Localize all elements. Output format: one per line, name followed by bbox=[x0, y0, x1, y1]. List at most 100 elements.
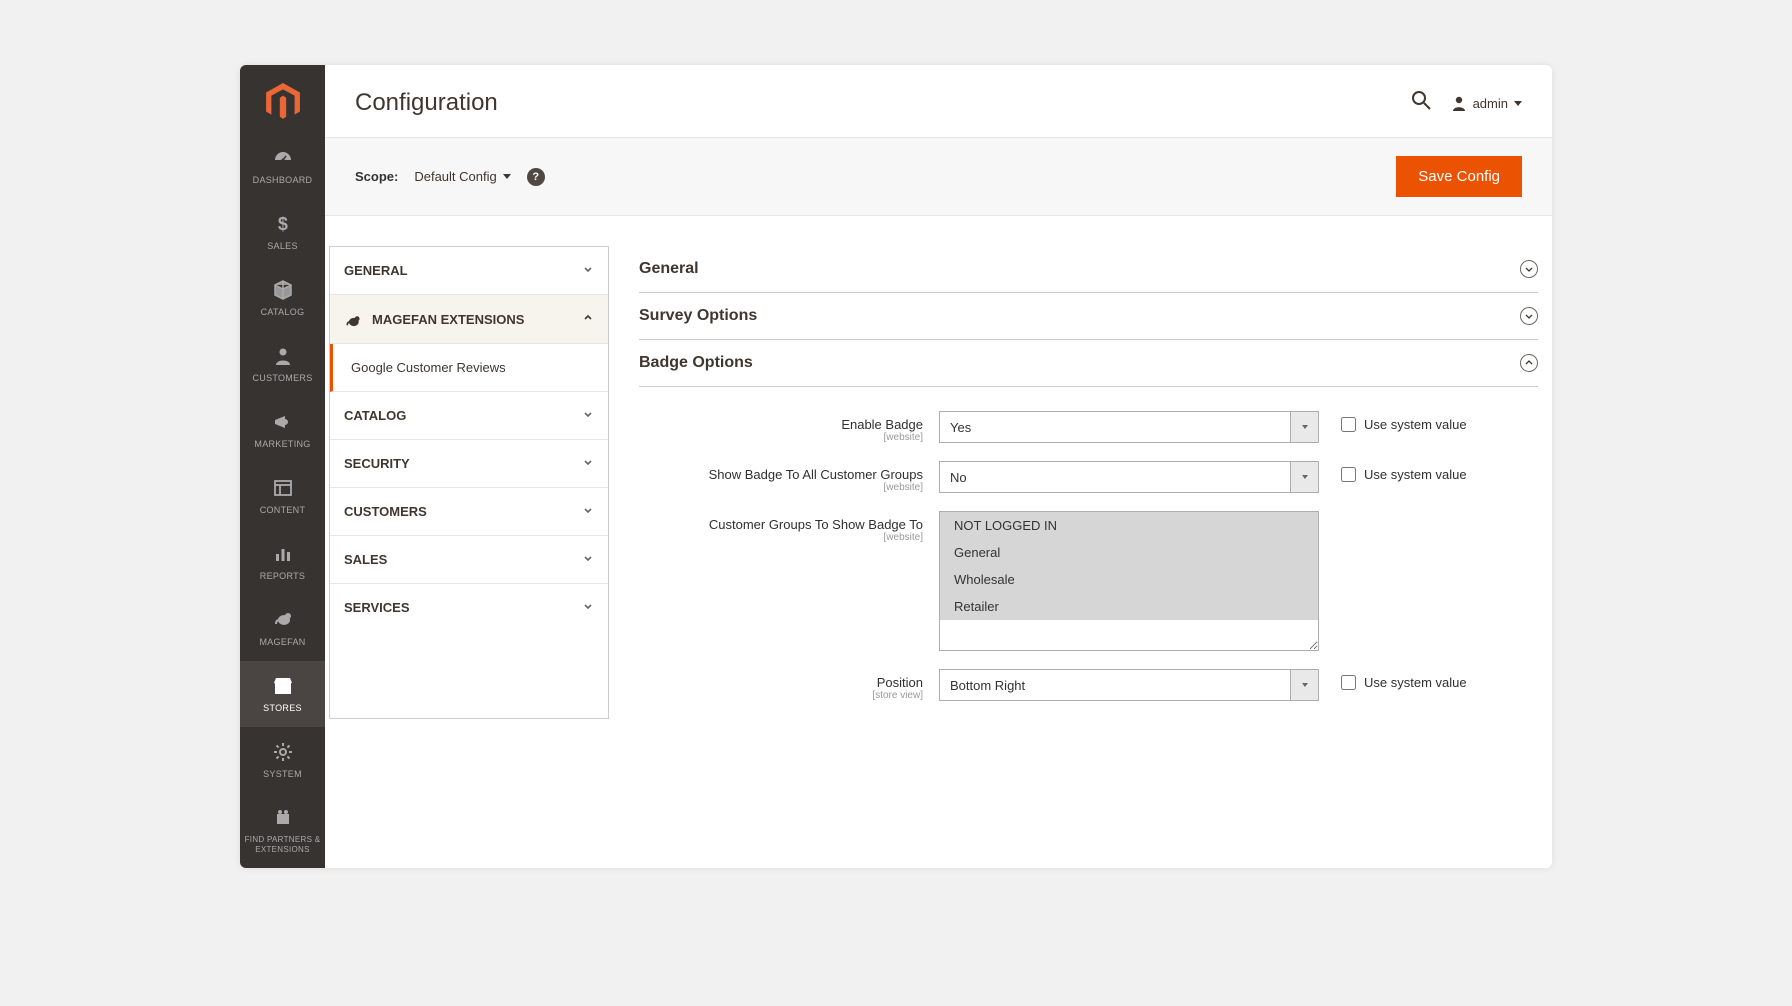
bars-icon bbox=[272, 543, 294, 565]
user-icon bbox=[1451, 95, 1467, 111]
config-settings: General Survey Options Badge Options Ena… bbox=[639, 246, 1538, 719]
tab-label: CUSTOMERS bbox=[344, 504, 427, 519]
chevron-down-icon bbox=[1290, 462, 1318, 492]
nav-item-find-partners-extensions[interactable]: FIND PARTNERS & EXTENSIONS bbox=[240, 793, 325, 868]
store-icon bbox=[272, 675, 294, 697]
nav-label: FIND PARTNERS & EXTENSIONS bbox=[244, 835, 321, 854]
multiselect-option[interactable]: Wholesale bbox=[940, 566, 1318, 593]
nav-label: MAGEFAN bbox=[259, 637, 305, 647]
field-enable-badge: Enable Badge [website] Yes Use system va… bbox=[639, 411, 1538, 443]
scope-selector[interactable]: Default Config bbox=[414, 169, 510, 184]
nav-label: CONTENT bbox=[260, 505, 306, 515]
config-subtab-google-customer-reviews[interactable]: Google Customer Reviews bbox=[330, 344, 608, 392]
multiselect-option[interactable]: General bbox=[940, 539, 1318, 566]
user-menu[interactable]: admin bbox=[1451, 95, 1522, 111]
config-tab-catalog[interactable]: CATALOG bbox=[330, 392, 608, 440]
nav-item-sales[interactable]: $SALES bbox=[240, 199, 325, 265]
config-tab-security[interactable]: SECURITY bbox=[330, 440, 608, 488]
page-title: Configuration bbox=[355, 89, 498, 117]
use-system-value[interactable]: Use system value bbox=[1319, 411, 1467, 432]
section-survey-header[interactable]: Survey Options bbox=[639, 293, 1538, 340]
config-content: GENERAL MAGEFAN EXTENSIONS Google Customer… bbox=[325, 216, 1552, 749]
chevron-down-icon bbox=[582, 552, 594, 567]
system-value-checkbox[interactable] bbox=[1341, 675, 1356, 690]
gear-icon bbox=[272, 741, 294, 763]
system-value-label: Use system value bbox=[1364, 675, 1467, 690]
layout-icon bbox=[272, 477, 294, 499]
main-area: Configuration admin Scope: Default Confi… bbox=[325, 65, 1552, 868]
show-all-groups-select[interactable]: No bbox=[939, 461, 1319, 493]
config-tab-services[interactable]: SERVICES bbox=[330, 584, 608, 631]
nav-item-magefan[interactable]: MAGEFAN bbox=[240, 595, 325, 661]
tab-label: GENERAL bbox=[344, 263, 408, 278]
scope-help-icon[interactable]: ? bbox=[527, 168, 545, 186]
magento-logo[interactable] bbox=[240, 65, 325, 133]
nav-item-stores[interactable]: STORES bbox=[240, 661, 325, 727]
tab-label: MAGEFAN EXTENSIONS bbox=[372, 312, 524, 327]
field-position: Position [store view] Bottom Right Use s… bbox=[639, 669, 1538, 701]
nav-item-catalog[interactable]: CATALOG bbox=[240, 265, 325, 331]
person-icon bbox=[272, 345, 294, 367]
chevron-down-icon bbox=[1290, 670, 1318, 700]
config-tab-customers[interactable]: CUSTOMERS bbox=[330, 488, 608, 536]
expand-icon bbox=[1520, 260, 1538, 278]
nav-label: CUSTOMERS bbox=[252, 373, 312, 383]
nav-item-system[interactable]: SYSTEM bbox=[240, 727, 325, 793]
config-tab-sales[interactable]: SALES bbox=[330, 536, 608, 584]
field-scope: [store view] bbox=[639, 690, 923, 701]
chevron-down-icon bbox=[1290, 412, 1318, 442]
section-title: Survey Options bbox=[639, 307, 757, 325]
field-label: Position bbox=[877, 675, 923, 690]
system-value-label: Use system value bbox=[1364, 417, 1467, 432]
use-system-value[interactable]: Use system value bbox=[1319, 669, 1467, 690]
select-value: Bottom Right bbox=[950, 678, 1025, 693]
badge-fields: Enable Badge [website] Yes Use system va… bbox=[639, 387, 1538, 701]
field-scope: [website] bbox=[639, 532, 923, 543]
field-label: Enable Badge bbox=[841, 417, 923, 432]
elephant-icon bbox=[344, 311, 362, 327]
tab-label: CATALOG bbox=[344, 408, 406, 423]
position-select[interactable]: Bottom Right bbox=[939, 669, 1319, 701]
nav-item-customers[interactable]: CUSTOMERS bbox=[240, 331, 325, 397]
use-system-value[interactable]: Use system value bbox=[1319, 461, 1467, 482]
page-header: Configuration admin bbox=[325, 65, 1552, 137]
cube-icon bbox=[272, 279, 294, 301]
chevron-up-icon bbox=[582, 312, 594, 327]
partners-icon bbox=[272, 807, 294, 829]
section-badge-header[interactable]: Badge Options bbox=[639, 340, 1538, 387]
nav-item-content[interactable]: CONTENT bbox=[240, 463, 325, 529]
multiselect-option[interactable]: NOT LOGGED IN bbox=[940, 512, 1318, 539]
config-tabs: GENERAL MAGEFAN EXTENSIONS Google Customer… bbox=[329, 246, 609, 719]
select-value: Yes bbox=[950, 420, 971, 435]
system-value-checkbox[interactable] bbox=[1341, 417, 1356, 432]
nav-item-dashboard[interactable]: DASHBOARD bbox=[240, 133, 325, 199]
section-general-header[interactable]: General bbox=[639, 246, 1538, 293]
nav-label: SYSTEM bbox=[263, 769, 302, 779]
system-value-checkbox[interactable] bbox=[1341, 467, 1356, 482]
nav-label: SALES bbox=[267, 241, 298, 251]
tab-label: SERVICES bbox=[344, 600, 410, 615]
elephant-icon bbox=[272, 609, 294, 631]
chevron-down-icon bbox=[582, 408, 594, 423]
nav-item-marketing[interactable]: MARKETING bbox=[240, 397, 325, 463]
search-icon[interactable] bbox=[1411, 90, 1431, 116]
scope-value: Default Config bbox=[414, 169, 496, 184]
multiselect-option[interactable]: Retailer bbox=[940, 593, 1318, 620]
system-value-label: Use system value bbox=[1364, 467, 1467, 482]
save-config-button[interactable]: Save Config bbox=[1396, 156, 1522, 197]
nav-item-reports[interactable]: REPORTS bbox=[240, 529, 325, 595]
enable-badge-select[interactable]: Yes bbox=[939, 411, 1319, 443]
config-tab-general[interactable]: GENERAL bbox=[330, 247, 608, 295]
admin-sidebar: DASHBOARD$SALESCATALOG CUSTOMERS MARKETING… bbox=[240, 65, 325, 868]
field-show-all-groups: Show Badge To All Customer Groups [websi… bbox=[639, 461, 1538, 493]
config-tab-magefan-extensions[interactable]: MAGEFAN EXTENSIONS bbox=[330, 295, 608, 344]
field-label: Show Badge To All Customer Groups bbox=[709, 467, 923, 482]
select-value: No bbox=[950, 470, 967, 485]
customer-groups-multiselect[interactable]: NOT LOGGED INGeneralWholesaleRetailer bbox=[939, 511, 1319, 651]
chevron-down-icon bbox=[503, 174, 511, 179]
nav-label: MARKETING bbox=[254, 439, 310, 449]
expand-icon bbox=[1520, 307, 1538, 325]
field-scope: [website] bbox=[639, 482, 923, 493]
megaphone-icon bbox=[272, 411, 294, 433]
chevron-down-icon bbox=[582, 263, 594, 278]
